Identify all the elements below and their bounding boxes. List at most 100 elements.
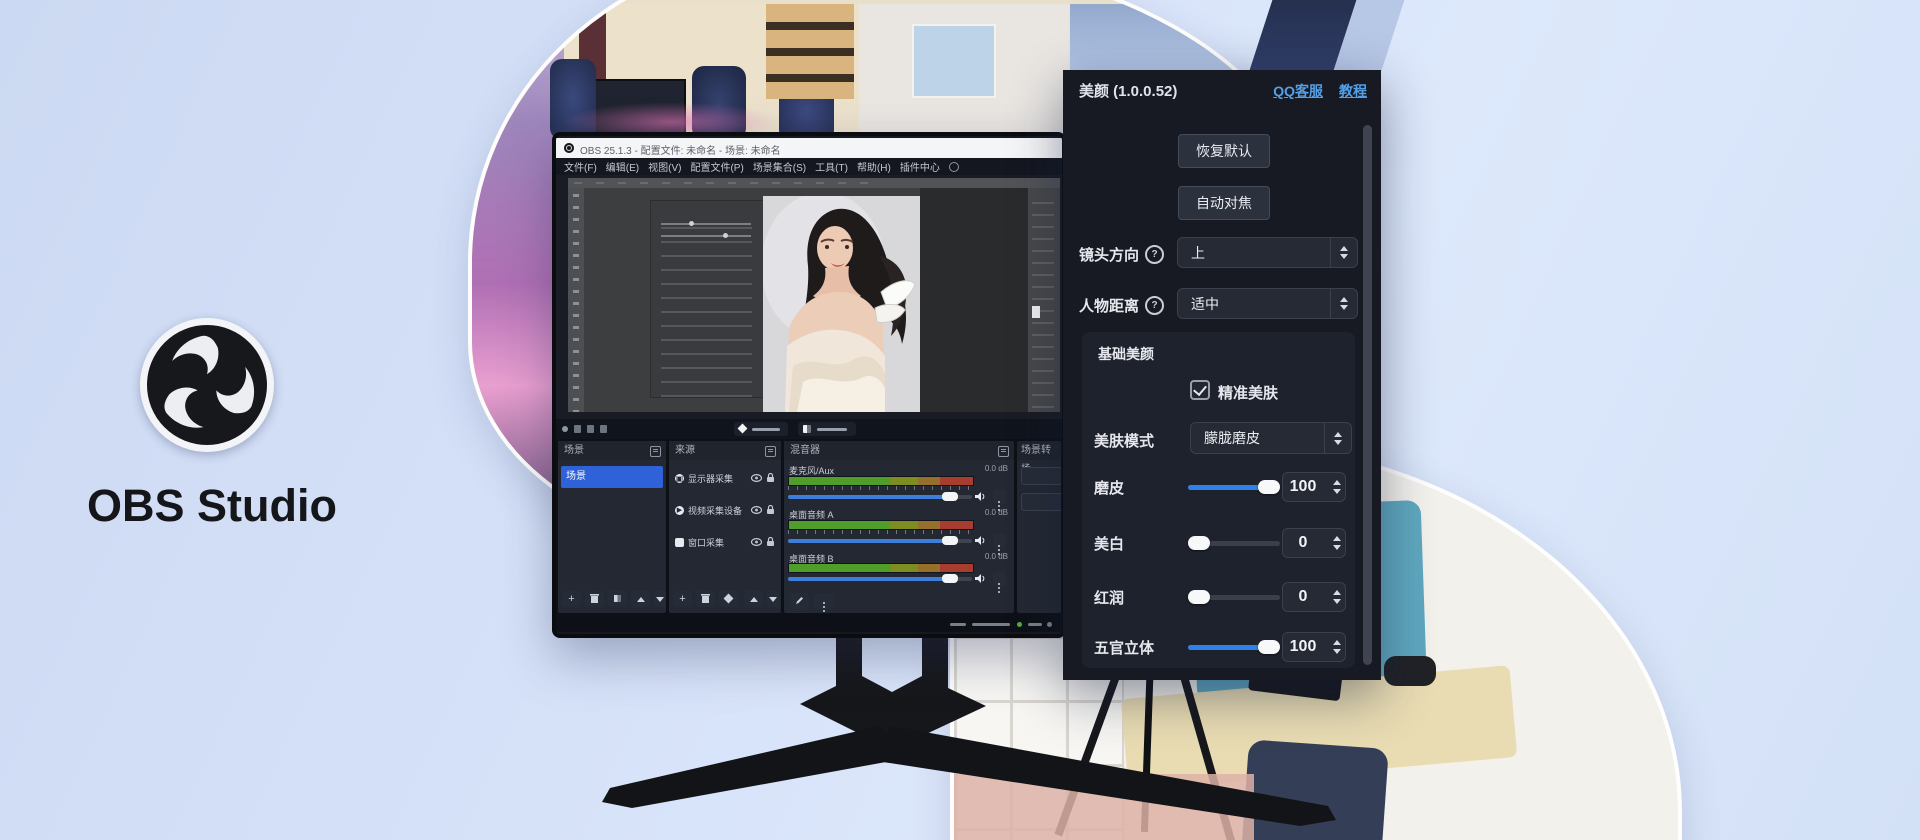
menu-view[interactable]: 视图(V)	[648, 159, 681, 174]
camera-direction-select[interactable]: 上	[1177, 237, 1358, 268]
mixer-channel: 麦克风/Aux 0.0 dB	[784, 464, 1014, 506]
skin-mode-select[interactable]: 朦胧磨皮	[1190, 422, 1352, 454]
visibility-icon[interactable]	[751, 506, 762, 514]
rosiness-label: 红润	[1094, 587, 1124, 608]
reset-defaults-button[interactable]: 恢复默认	[1178, 134, 1270, 168]
smoothing-slider[interactable]	[1188, 485, 1280, 490]
volume-slider[interactable]	[788, 539, 972, 543]
basic-beauty-group: 基础美颜 精准美肤 美肤模式 朦胧磨皮 磨皮 100 美白 0	[1082, 332, 1355, 668]
remove-source-button[interactable]	[696, 591, 715, 607]
scene-up-button[interactable]	[631, 591, 650, 607]
spinner-arrows[interactable]	[1333, 473, 1341, 501]
smoothing-label: 磨皮	[1094, 477, 1124, 498]
tutorial-link[interactable]: 教程	[1339, 81, 1367, 101]
channel-options-button[interactable]	[993, 572, 1006, 586]
ps-dark-canvas	[920, 188, 1028, 412]
pen-icon[interactable]	[949, 162, 959, 172]
transitions-dock-title: 场景转场	[1017, 441, 1061, 460]
panel-icon[interactable]	[587, 425, 594, 433]
subject-distance-label: 人物距离	[1079, 295, 1139, 316]
menu-scene-collection[interactable]: 场景集合(S)	[753, 159, 806, 174]
source-properties-button[interactable]	[719, 591, 738, 607]
video-capture-icon: ▶	[675, 506, 684, 515]
precise-skin-checkbox[interactable]	[1190, 380, 1210, 400]
select-spinner[interactable]	[1324, 423, 1351, 453]
select-spinner[interactable]	[1330, 289, 1357, 318]
menu-plugin-center[interactable]: 插件中心	[900, 159, 940, 174]
portrait-photo	[763, 196, 920, 412]
list-icon[interactable]	[600, 425, 607, 433]
lock-icon[interactable]	[766, 537, 775, 547]
whitening-slider[interactable]	[1188, 541, 1280, 546]
visibility-icon[interactable]	[751, 474, 762, 482]
face-definition-label: 五官立体	[1094, 637, 1154, 658]
obs-wordmark: OBS Studio	[47, 480, 377, 532]
rosiness-value-box[interactable]: 0	[1282, 582, 1346, 612]
subject-distance-select[interactable]: 适中	[1177, 288, 1358, 319]
transition-select[interactable]	[1021, 467, 1061, 485]
add-source-button[interactable]: +	[673, 591, 692, 607]
menu-profile[interactable]: 配置文件(P)	[690, 159, 743, 174]
dock-menu-icon[interactable]	[765, 446, 776, 457]
rosiness-row: 红润 0	[1082, 582, 1355, 612]
face-definition-slider[interactable]	[1188, 645, 1280, 650]
face-definition-value-box[interactable]: 100	[1282, 632, 1346, 662]
whitening-value-box[interactable]: 0	[1282, 528, 1346, 558]
scene-filters-button[interactable]	[608, 591, 627, 607]
add-scene-button[interactable]: +	[562, 591, 581, 607]
source-up-button[interactable]	[744, 591, 763, 607]
menu-tools[interactable]: 工具(T)	[815, 159, 848, 174]
transitions-dock: 场景转场	[1017, 441, 1061, 613]
titlebar[interactable]: OBS 25.1.3 - 配置文件: 未命名 - 场景: 未命名	[556, 138, 1062, 158]
menu-file[interactable]: 文件(F)	[564, 159, 597, 174]
lock-icon[interactable]	[766, 473, 775, 483]
scene-item[interactable]: 场景	[561, 466, 663, 488]
spinner-arrows[interactable]	[1333, 583, 1341, 611]
mixer-edit-button[interactable]	[790, 593, 809, 609]
rec-status-dot	[1047, 622, 1052, 627]
mixer-dock: 混音器 麦克风/Aux 0.0 dB 桌面音频 A 0.0 dB	[784, 441, 1014, 613]
spinner-arrows[interactable]	[1333, 529, 1341, 557]
channel-options-button[interactable]	[993, 534, 1006, 548]
autofocus-button[interactable]: 自动对焦	[1178, 186, 1270, 220]
dock-tab-bar	[556, 419, 1062, 439]
volume-slider[interactable]	[788, 577, 972, 581]
menu-help[interactable]: 帮助(H)	[857, 159, 891, 174]
source-row[interactable]: ▶ 视频采集设备	[672, 499, 778, 521]
layout-icon[interactable]	[562, 426, 568, 432]
volume-slider[interactable]	[788, 495, 972, 499]
menu-edit[interactable]: 编辑(E)	[606, 159, 639, 174]
scene-down-button[interactable]	[654, 591, 666, 607]
select-spinner[interactable]	[1330, 238, 1357, 267]
rosiness-slider[interactable]	[1188, 595, 1280, 600]
help-icon[interactable]: ?	[1145, 296, 1164, 315]
smoothing-value-box[interactable]: 100	[1282, 472, 1346, 502]
dock-tab-chip[interactable]	[734, 422, 788, 436]
channel-options-button[interactable]	[993, 490, 1006, 504]
lock-icon[interactable]	[766, 505, 775, 515]
mute-icon[interactable]	[975, 491, 986, 502]
mute-icon[interactable]	[975, 573, 986, 584]
qq-support-link[interactable]: QQ客服	[1273, 81, 1323, 101]
help-icon[interactable]: ?	[1145, 245, 1164, 264]
source-row[interactable]: ▣ 显示器采集	[672, 467, 778, 489]
visibility-icon[interactable]	[751, 538, 762, 546]
mixer-more-button[interactable]	[814, 593, 833, 609]
source-down-button[interactable]	[767, 591, 779, 607]
window-title: OBS 25.1.3 - 配置文件: 未命名 - 场景: 未命名	[580, 142, 781, 157]
panel-title: 美颜 (1.0.0.52)	[1079, 80, 1177, 101]
dock-tab-chip[interactable]	[798, 422, 856, 436]
transition-duration[interactable]	[1021, 493, 1061, 511]
grid-icon[interactable]	[574, 425, 581, 433]
beauty-filter-panel: 美颜 (1.0.0.52) QQ客服 教程 恢复默认 自动对焦 镜头方向 ? 上…	[1063, 70, 1381, 680]
panel-scrollbar[interactable]	[1363, 125, 1372, 665]
sources-dock: 来源 ▣ 显示器采集 ▶ 视频采集设备 窗口采集 +	[669, 441, 781, 613]
mixer-channel: 桌面音频 B 0.0 dB	[784, 552, 1014, 588]
dock-menu-icon[interactable]	[650, 446, 661, 457]
source-row[interactable]: 窗口采集	[672, 531, 778, 553]
dock-menu-icon[interactable]	[998, 446, 1009, 457]
remove-scene-button[interactable]	[585, 591, 604, 607]
mute-icon[interactable]	[975, 535, 986, 546]
spinner-arrows[interactable]	[1333, 633, 1341, 661]
camera-direction-label: 镜头方向	[1079, 244, 1139, 265]
